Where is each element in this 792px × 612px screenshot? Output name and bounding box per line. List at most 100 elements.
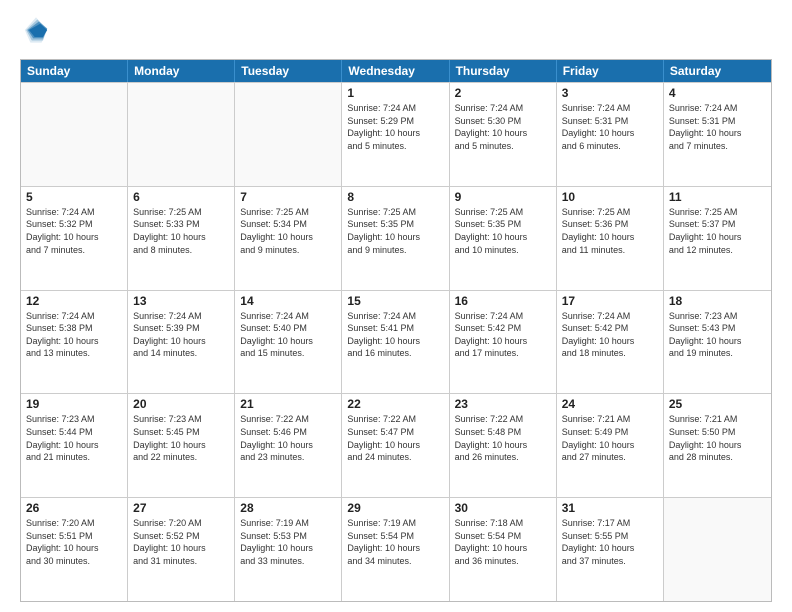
day-number: 7: [240, 190, 336, 204]
header-cell-sunday: Sunday: [21, 60, 128, 82]
day-info: Sunrise: 7:25 AM Sunset: 5:37 PM Dayligh…: [669, 206, 766, 256]
day-info: Sunrise: 7:25 AM Sunset: 5:35 PM Dayligh…: [455, 206, 551, 256]
week-row-5: 26 Sunrise: 7:20 AM Sunset: 5:51 PM Dayli…: [21, 497, 771, 601]
calendar-body: 1 Sunrise: 7:24 AM Sunset: 5:29 PM Daylig…: [21, 82, 771, 601]
day-cell-5: 5 Sunrise: 7:24 AM Sunset: 5:32 PM Daylig…: [21, 187, 128, 290]
day-number: 6: [133, 190, 229, 204]
day-info: Sunrise: 7:24 AM Sunset: 5:42 PM Dayligh…: [455, 310, 551, 360]
day-info: Sunrise: 7:25 AM Sunset: 5:36 PM Dayligh…: [562, 206, 658, 256]
day-cell-23: 23 Sunrise: 7:22 AM Sunset: 5:48 PM Dayli…: [450, 394, 557, 497]
day-info: Sunrise: 7:24 AM Sunset: 5:31 PM Dayligh…: [562, 102, 658, 152]
day-cell-27: 27 Sunrise: 7:20 AM Sunset: 5:52 PM Dayli…: [128, 498, 235, 601]
day-cell-20: 20 Sunrise: 7:23 AM Sunset: 5:45 PM Dayli…: [128, 394, 235, 497]
calendar: SundayMondayTuesdayWednesdayThursdayFrid…: [20, 59, 772, 602]
day-number: 26: [26, 501, 122, 515]
day-number: 14: [240, 294, 336, 308]
day-cell-29: 29 Sunrise: 7:19 AM Sunset: 5:54 PM Dayli…: [342, 498, 449, 601]
day-cell-28: 28 Sunrise: 7:19 AM Sunset: 5:53 PM Dayli…: [235, 498, 342, 601]
day-number: 12: [26, 294, 122, 308]
day-cell-24: 24 Sunrise: 7:21 AM Sunset: 5:49 PM Dayli…: [557, 394, 664, 497]
header-cell-saturday: Saturday: [664, 60, 771, 82]
day-info: Sunrise: 7:21 AM Sunset: 5:49 PM Dayligh…: [562, 413, 658, 463]
day-cell-12: 12 Sunrise: 7:24 AM Sunset: 5:38 PM Dayli…: [21, 291, 128, 394]
day-info: Sunrise: 7:24 AM Sunset: 5:30 PM Dayligh…: [455, 102, 551, 152]
day-number: 20: [133, 397, 229, 411]
day-info: Sunrise: 7:25 AM Sunset: 5:33 PM Dayligh…: [133, 206, 229, 256]
day-cell-6: 6 Sunrise: 7:25 AM Sunset: 5:33 PM Daylig…: [128, 187, 235, 290]
day-cell-30: 30Sunrise: 7:18 AM Sunset: 5:54 PM Dayli…: [450, 498, 557, 601]
day-number: 27: [133, 501, 229, 515]
day-info: Sunrise: 7:24 AM Sunset: 5:41 PM Dayligh…: [347, 310, 443, 360]
day-info: Sunrise: 7:23 AM Sunset: 5:43 PM Dayligh…: [669, 310, 766, 360]
day-number: 16: [455, 294, 551, 308]
day-info: Sunrise: 7:22 AM Sunset: 5:48 PM Dayligh…: [455, 413, 551, 463]
day-cell-10: 10Sunrise: 7:25 AM Sunset: 5:36 PM Dayli…: [557, 187, 664, 290]
day-number: 30: [455, 501, 551, 515]
header-cell-tuesday: Tuesday: [235, 60, 342, 82]
day-number: 11: [669, 190, 766, 204]
header-cell-thursday: Thursday: [450, 60, 557, 82]
day-number: 23: [455, 397, 551, 411]
empty-cell: [21, 83, 128, 186]
day-info: Sunrise: 7:23 AM Sunset: 5:44 PM Dayligh…: [26, 413, 122, 463]
day-number: 9: [455, 190, 551, 204]
day-cell-9: 9 Sunrise: 7:25 AM Sunset: 5:35 PM Daylig…: [450, 187, 557, 290]
day-number: 29: [347, 501, 443, 515]
day-cell-31: 31 Sunrise: 7:17 AM Sunset: 5:55 PM Dayli…: [557, 498, 664, 601]
day-cell-14: 14 Sunrise: 7:24 AM Sunset: 5:40 PM Dayli…: [235, 291, 342, 394]
empty-cell: [664, 498, 771, 601]
day-info: Sunrise: 7:24 AM Sunset: 5:32 PM Dayligh…: [26, 206, 122, 256]
day-number: 1: [347, 86, 443, 100]
day-cell-21: 21 Sunrise: 7:22 AM Sunset: 5:46 PM Dayli…: [235, 394, 342, 497]
header: [20, 16, 772, 49]
day-cell-4: 4Sunrise: 7:24 AM Sunset: 5:31 PM Daylig…: [664, 83, 771, 186]
day-info: Sunrise: 7:20 AM Sunset: 5:52 PM Dayligh…: [133, 517, 229, 567]
day-cell-22: 22 Sunrise: 7:22 AM Sunset: 5:47 PM Dayli…: [342, 394, 449, 497]
day-cell-11: 11 Sunrise: 7:25 AM Sunset: 5:37 PM Dayli…: [664, 187, 771, 290]
day-number: 5: [26, 190, 122, 204]
header-cell-friday: Friday: [557, 60, 664, 82]
empty-cell: [235, 83, 342, 186]
day-cell-3: 3Sunrise: 7:24 AM Sunset: 5:31 PM Daylig…: [557, 83, 664, 186]
day-info: Sunrise: 7:17 AM Sunset: 5:55 PM Dayligh…: [562, 517, 658, 567]
day-number: 19: [26, 397, 122, 411]
week-row-2: 5 Sunrise: 7:24 AM Sunset: 5:32 PM Daylig…: [21, 186, 771, 290]
day-info: Sunrise: 7:24 AM Sunset: 5:42 PM Dayligh…: [562, 310, 658, 360]
day-info: Sunrise: 7:24 AM Sunset: 5:40 PM Dayligh…: [240, 310, 336, 360]
day-number: 31: [562, 501, 658, 515]
day-number: 18: [669, 294, 766, 308]
day-number: 13: [133, 294, 229, 308]
week-row-3: 12 Sunrise: 7:24 AM Sunset: 5:38 PM Dayli…: [21, 290, 771, 394]
day-info: Sunrise: 7:19 AM Sunset: 5:53 PM Dayligh…: [240, 517, 336, 567]
day-cell-13: 13 Sunrise: 7:24 AM Sunset: 5:39 PM Dayli…: [128, 291, 235, 394]
day-cell-7: 7Sunrise: 7:25 AM Sunset: 5:34 PM Daylig…: [235, 187, 342, 290]
day-cell-19: 19 Sunrise: 7:23 AM Sunset: 5:44 PM Dayli…: [21, 394, 128, 497]
day-info: Sunrise: 7:22 AM Sunset: 5:46 PM Dayligh…: [240, 413, 336, 463]
calendar-header: SundayMondayTuesdayWednesdayThursdayFrid…: [21, 60, 771, 82]
logo-icon: [22, 16, 50, 44]
day-number: 21: [240, 397, 336, 411]
day-info: Sunrise: 7:21 AM Sunset: 5:50 PM Dayligh…: [669, 413, 766, 463]
day-cell-17: 17Sunrise: 7:24 AM Sunset: 5:42 PM Dayli…: [557, 291, 664, 394]
week-row-4: 19 Sunrise: 7:23 AM Sunset: 5:44 PM Dayli…: [21, 393, 771, 497]
day-cell-2: 2 Sunrise: 7:24 AM Sunset: 5:30 PM Daylig…: [450, 83, 557, 186]
header-cell-monday: Monday: [128, 60, 235, 82]
day-number: 25: [669, 397, 766, 411]
day-info: Sunrise: 7:24 AM Sunset: 5:39 PM Dayligh…: [133, 310, 229, 360]
day-info: Sunrise: 7:23 AM Sunset: 5:45 PM Dayligh…: [133, 413, 229, 463]
day-number: 15: [347, 294, 443, 308]
day-info: Sunrise: 7:19 AM Sunset: 5:54 PM Dayligh…: [347, 517, 443, 567]
day-info: Sunrise: 7:24 AM Sunset: 5:31 PM Dayligh…: [669, 102, 766, 152]
header-cell-wednesday: Wednesday: [342, 60, 449, 82]
day-number: 22: [347, 397, 443, 411]
day-info: Sunrise: 7:20 AM Sunset: 5:51 PM Dayligh…: [26, 517, 122, 567]
day-info: Sunrise: 7:22 AM Sunset: 5:47 PM Dayligh…: [347, 413, 443, 463]
day-number: 2: [455, 86, 551, 100]
day-number: 24: [562, 397, 658, 411]
day-cell-26: 26 Sunrise: 7:20 AM Sunset: 5:51 PM Dayli…: [21, 498, 128, 601]
day-cell-25: 25 Sunrise: 7:21 AM Sunset: 5:50 PM Dayli…: [664, 394, 771, 497]
day-number: 28: [240, 501, 336, 515]
day-info: Sunrise: 7:24 AM Sunset: 5:38 PM Dayligh…: [26, 310, 122, 360]
day-info: Sunrise: 7:25 AM Sunset: 5:35 PM Dayligh…: [347, 206, 443, 256]
day-info: Sunrise: 7:24 AM Sunset: 5:29 PM Dayligh…: [347, 102, 443, 152]
